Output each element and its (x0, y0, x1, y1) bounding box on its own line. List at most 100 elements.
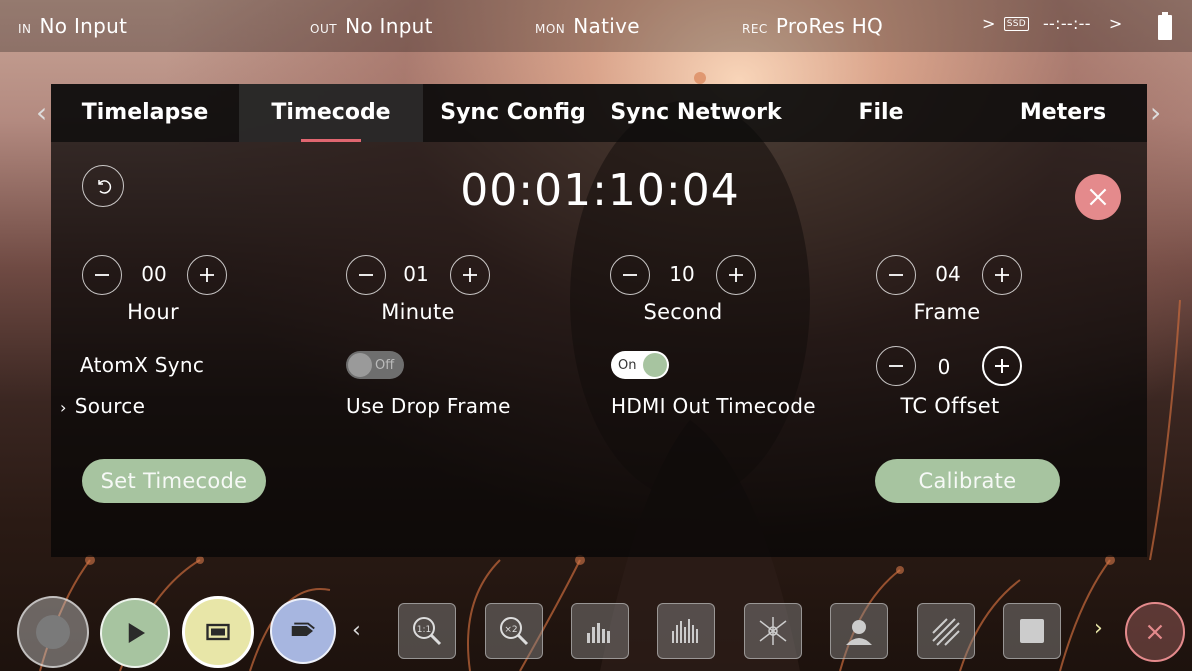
tc-offset-increment-button[interactable] (982, 346, 1022, 386)
tab-timelapse[interactable]: Timelapse (51, 84, 239, 142)
tab-meters[interactable]: Meters (1011, 84, 1115, 142)
drop-frame-state: Off (375, 357, 395, 373)
frame-guide-button[interactable] (1003, 603, 1061, 659)
tabs-next-arrow-icon[interactable]: › (1150, 96, 1161, 129)
minus-icon (95, 274, 109, 276)
false-color-button[interactable] (830, 603, 888, 659)
hdmi-out-timecode-toggle[interactable]: On (611, 351, 669, 379)
hour-value: 00 (141, 262, 167, 286)
close-icon (1089, 188, 1107, 206)
tc-offset-decrement-button[interactable] (876, 346, 916, 386)
close-menu-button[interactable] (1125, 602, 1185, 662)
tc-offset-label: TC Offset (900, 394, 1000, 418)
tabs-prev-arrow-icon[interactable]: ‹ (36, 96, 47, 129)
tag-button[interactable] (270, 598, 336, 664)
tab-timecode[interactable]: Timecode (239, 84, 423, 142)
plus-icon (463, 268, 477, 282)
plus-icon (200, 268, 214, 282)
record-format-status[interactable]: REC ProRes HQ (742, 14, 883, 38)
play-icon (128, 623, 145, 643)
second-decrement-button[interactable] (610, 255, 650, 295)
frame-increment-button[interactable] (982, 255, 1022, 295)
drop-frame-toggle[interactable]: Off (346, 351, 404, 379)
frame-label: Frame (913, 300, 981, 324)
record-button[interactable] (17, 596, 89, 668)
close-panel-button[interactable] (1075, 174, 1121, 220)
minute-label: Minute (381, 300, 455, 324)
zoom-1-1-icon: 1:1 (413, 617, 442, 646)
frame-value: 04 (935, 262, 961, 286)
frame-guide-icon (1020, 619, 1044, 643)
source-value[interactable]: AtomX Sync (80, 353, 204, 377)
drop-frame-label: Use Drop Frame (346, 394, 511, 418)
histogram-icon (672, 619, 698, 643)
monitor-status[interactable]: MON Native (535, 14, 640, 38)
minus-icon (889, 365, 903, 367)
record-icon (36, 615, 70, 649)
minute-decrement-button[interactable] (346, 255, 386, 295)
zebra-button[interactable] (917, 603, 975, 659)
vectorscope-button[interactable] (744, 603, 802, 659)
minus-icon (623, 274, 637, 276)
time-remaining: --:--:-- (1042, 14, 1091, 33)
plus-icon (995, 359, 1009, 373)
chevron-right-icon: › (60, 398, 67, 417)
second-label: Second (643, 300, 723, 324)
monitor-icon (206, 623, 230, 641)
play-button[interactable] (100, 598, 170, 668)
tab-sync-config[interactable]: Sync Config (439, 84, 587, 142)
in-tag: IN (18, 22, 32, 36)
chevron-right-icon: > (1108, 14, 1123, 33)
status-bar: IN No Input OUT No Input MON Native REC … (0, 0, 1192, 52)
frame-decrement-button[interactable] (876, 255, 916, 295)
minute-value: 01 (403, 262, 429, 286)
hour-increment-button[interactable] (187, 255, 227, 295)
toggle-knob (643, 353, 668, 377)
plus-icon (995, 268, 1009, 282)
monitor-mode-button[interactable] (182, 596, 254, 668)
mon-tag: MON (535, 22, 566, 36)
tools-prev-arrow-icon[interactable]: ‹ (352, 618, 361, 643)
tag-icon (291, 622, 315, 636)
battery-icon (1158, 12, 1172, 40)
hour-decrement-button[interactable] (82, 255, 122, 295)
source-label: Source (74, 394, 146, 418)
minus-icon (359, 274, 373, 276)
ssd-label: SSD (1003, 16, 1029, 31)
plus-icon (729, 268, 743, 282)
active-tab-indicator (301, 139, 361, 142)
close-icon (1147, 624, 1163, 640)
second-value: 10 (669, 262, 695, 286)
tab-timecode-label: Timecode (271, 100, 391, 125)
input-status[interactable]: IN No Input (18, 14, 127, 38)
tools-next-arrow-icon[interactable]: › (1094, 616, 1103, 641)
tc-offset-value: 0 (937, 355, 951, 379)
zoom-1-1-button[interactable]: 1:1 (398, 603, 456, 659)
reset-timecode-button[interactable] (82, 165, 124, 207)
tab-bar: Timelapse Timecode Sync Config Sync Netw… (51, 84, 1147, 142)
false-color-icon (846, 620, 872, 645)
svg-text:×2: ×2 (504, 625, 517, 635)
in-value: No Input (39, 14, 128, 38)
zoom-x2-button[interactable]: ×2 (485, 603, 543, 659)
second-increment-button[interactable] (716, 255, 756, 295)
waveform-icon (587, 623, 610, 643)
out-tag: OUT (310, 22, 338, 36)
waveform-button[interactable] (571, 603, 629, 659)
rec-value: ProRes HQ (775, 14, 884, 38)
calibrate-button[interactable]: Calibrate (875, 459, 1060, 503)
mon-value: Native (573, 14, 640, 38)
svg-text:1:1: 1:1 (417, 625, 431, 635)
minute-increment-button[interactable] (450, 255, 490, 295)
source-selector[interactable]: › Source (60, 394, 145, 418)
output-status[interactable]: OUT No Input (310, 14, 433, 38)
zoom-x2-icon: ×2 (500, 617, 529, 646)
set-timecode-button[interactable]: Set Timecode (82, 459, 266, 503)
hdmi-out-timecode-label: HDMI Out Timecode (611, 394, 816, 418)
toggle-knob (348, 353, 372, 377)
rec-tag: REC (742, 22, 768, 36)
tab-file[interactable]: File (841, 84, 921, 142)
tab-sync-network[interactable]: Sync Network (606, 84, 786, 142)
histogram-button[interactable] (657, 603, 715, 659)
media-status[interactable]: > SSD --:--:-- > (982, 14, 1123, 33)
